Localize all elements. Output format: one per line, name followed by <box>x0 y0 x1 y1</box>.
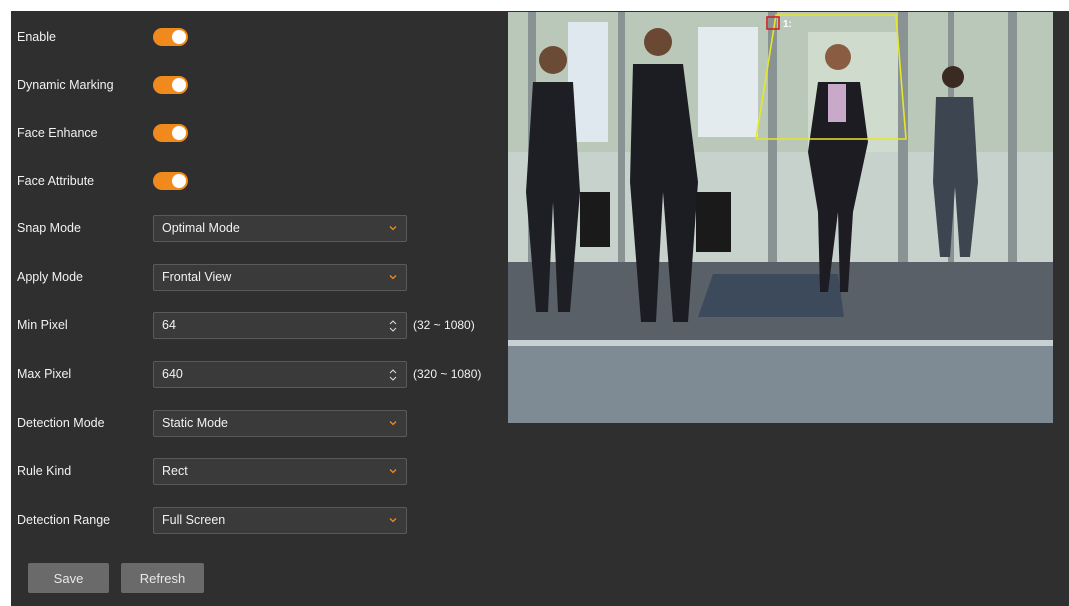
door-frame <box>618 12 625 262</box>
max-pixel-value: 640 <box>162 367 183 381</box>
save-button[interactable]: Save <box>28 563 109 593</box>
rule-kind-label: Rule Kind <box>17 464 72 478</box>
detection-range-value: Full Screen <box>162 513 226 527</box>
apply-mode-value: Frontal View <box>162 270 232 284</box>
floor-highlight <box>508 340 1053 346</box>
chevron-down-icon <box>389 274 397 279</box>
chevron-down-icon <box>389 517 397 522</box>
min-pixel-row: Min Pixel 64 (32 ~ 1080) <box>17 310 475 340</box>
window-pane <box>698 27 758 137</box>
min-pixel-range: (32 ~ 1080) <box>413 318 475 332</box>
apply-mode-row: Apply Mode Frontal View <box>17 262 407 292</box>
snap-mode-row: Snap Mode Optimal Mode <box>17 213 407 243</box>
min-pixel-input[interactable]: 64 <box>153 311 407 339</box>
stepper-icon[interactable] <box>388 316 398 336</box>
toggle-knob <box>172 126 186 140</box>
rule-kind-value: Rect <box>162 464 188 478</box>
snap-mode-select[interactable]: Optimal Mode <box>153 214 407 242</box>
face-attribute-toggle[interactable] <box>153 172 188 190</box>
snap-mode-label: Snap Mode <box>17 221 81 235</box>
chevron-down-icon <box>389 225 397 230</box>
stepper-icon[interactable] <box>388 365 398 385</box>
apply-mode-select[interactable]: Frontal View <box>153 263 407 291</box>
detection-mode-select[interactable]: Static Mode <box>153 409 407 437</box>
min-pixel-label: Min Pixel <box>17 318 68 332</box>
enable-row: Enable <box>17 22 188 52</box>
detection-mode-label: Detection Mode <box>17 416 105 430</box>
region-label: 1: <box>783 19 792 30</box>
door-frame <box>1008 12 1017 262</box>
enable-label: Enable <box>17 30 56 44</box>
max-pixel-input[interactable]: 640 <box>153 360 407 388</box>
toggle-knob <box>172 78 186 92</box>
face-enhance-toggle[interactable] <box>153 124 188 142</box>
face-enhance-label: Face Enhance <box>17 126 98 140</box>
max-pixel-row: Max Pixel 640 (320 ~ 1080) <box>17 359 481 389</box>
chevron-down-icon <box>389 420 397 425</box>
min-pixel-value: 64 <box>162 318 176 332</box>
snap-mode-value: Optimal Mode <box>162 221 240 235</box>
face-attribute-row: Face Attribute <box>17 166 188 196</box>
door-frame <box>768 12 777 262</box>
chevron-down-icon <box>389 468 397 473</box>
enable-toggle[interactable] <box>153 28 188 46</box>
floor-reflection <box>508 340 1053 423</box>
detection-range-label: Detection Range <box>17 513 111 527</box>
face-attribute-label: Face Attribute <box>17 174 95 188</box>
toggle-knob <box>172 30 186 44</box>
rule-kind-select[interactable]: Rect <box>153 457 407 485</box>
camera-preview[interactable]: 1: <box>508 12 1053 423</box>
max-pixel-label: Max Pixel <box>17 367 72 381</box>
refresh-button[interactable]: Refresh <box>121 563 204 593</box>
dynamic-marking-row: Dynamic Marking <box>17 70 188 100</box>
apply-mode-label: Apply Mode <box>17 270 84 284</box>
detection-range-row: Detection Range Full Screen <box>17 505 407 535</box>
max-pixel-range: (320 ~ 1080) <box>413 367 482 381</box>
detection-range-select[interactable]: Full Screen <box>153 506 407 534</box>
detection-mode-value: Static Mode <box>162 416 229 430</box>
camera-scene: 1: <box>508 12 1053 423</box>
dynamic-marking-label: Dynamic Marking <box>17 78 114 92</box>
toggle-knob <box>172 174 186 188</box>
detection-mode-row: Detection Mode Static Mode <box>17 408 407 438</box>
dynamic-marking-toggle[interactable] <box>153 76 188 94</box>
rule-kind-row: Rule Kind Rect <box>17 456 407 486</box>
face-enhance-row: Face Enhance <box>17 118 188 148</box>
